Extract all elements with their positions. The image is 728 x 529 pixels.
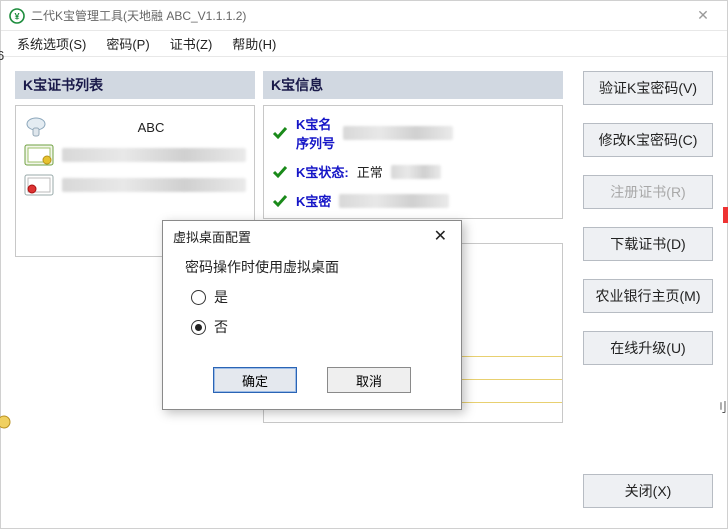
dialog-title: 虚拟桌面配置 <box>173 227 251 246</box>
dialog-close-icon[interactable]: ✕ <box>430 226 451 246</box>
info-value-redacted <box>339 194 449 208</box>
app-icon: ¥ <box>9 8 25 24</box>
edge-red-marker <box>723 207 728 223</box>
coin-fragment-icon <box>0 415 11 429</box>
change-password-button[interactable]: 修改K宝密码(C) <box>583 123 713 157</box>
info-label: 序列号 <box>296 133 335 152</box>
radio-no[interactable] <box>191 320 206 335</box>
edge-fragment-text: 刂 <box>714 397 727 416</box>
dialog-titlebar: 虚拟桌面配置 ✕ <box>163 221 461 251</box>
info-value-redacted <box>343 126 453 140</box>
radio-yes-row[interactable]: 是 <box>191 287 439 307</box>
dialog-cancel-button[interactable]: 取消 <box>327 367 411 393</box>
svg-text:¥: ¥ <box>14 11 19 21</box>
device-label: ABC <box>58 120 244 135</box>
info-value-redacted <box>391 165 441 179</box>
check-icon <box>272 165 288 179</box>
info-row-password: K宝密 <box>272 191 554 210</box>
bank-homepage-button[interactable]: 农业银行主页(M) <box>583 279 713 313</box>
register-cert-button: 注册证书(R) <box>583 175 713 209</box>
certificate-icon <box>24 174 54 196</box>
info-label: K宝密 <box>296 191 331 210</box>
titlebar: ¥ 二代K宝管理工具(天地融 ABC_V1.1.1.2) ✕ <box>1 1 727 31</box>
dialog-prompt: 密码操作时使用虚拟桌面 <box>185 257 439 277</box>
menu-cert[interactable]: 证书(Z) <box>160 31 223 56</box>
info-row-name: K宝名 序列号 <box>272 114 554 152</box>
menu-help[interactable]: 帮助(H) <box>222 31 286 56</box>
cert-item[interactable] <box>20 170 250 200</box>
info-value-status: 正常 <box>357 162 383 181</box>
online-upgrade-button[interactable]: 在线升级(U) <box>583 331 713 365</box>
radio-no-label: 否 <box>214 317 228 337</box>
window-title: 二代K宝管理工具(天地融 ABC_V1.1.1.2) <box>31 7 687 24</box>
cert-item[interactable] <box>20 140 250 170</box>
device-row[interactable]: ABC <box>20 112 250 140</box>
window-close-icon[interactable]: ✕ <box>687 7 719 24</box>
info-header: K宝信息 <box>263 71 563 99</box>
check-icon <box>272 194 288 208</box>
cert-text-redacted <box>62 148 246 162</box>
virtual-desktop-dialog: 虚拟桌面配置 ✕ 密码操作时使用虚拟桌面 是 否 确定 取消 <box>162 220 462 410</box>
certificate-icon <box>24 144 54 166</box>
info-label: K宝名 <box>296 114 335 133</box>
download-cert-button[interactable]: 下载证书(D) <box>583 227 713 261</box>
cert-text-redacted <box>62 178 246 192</box>
verify-password-button[interactable]: 验证K宝密码(V) <box>583 71 713 105</box>
usb-key-icon <box>24 116 48 138</box>
menu-password[interactable]: 密码(P) <box>96 31 159 56</box>
radio-no-row[interactable]: 否 <box>191 317 439 337</box>
menu-system[interactable]: 系统选项(S) <box>7 31 96 56</box>
close-button[interactable]: 关闭(X) <box>583 474 713 508</box>
dialog-ok-button[interactable]: 确定 <box>213 367 297 393</box>
info-row-status: K宝状态: 正常 <box>272 162 554 181</box>
right-column: 验证K宝密码(V) 修改K宝密码(C) 注册证书(R) 下载证书(D) 农业银行… <box>571 71 719 508</box>
check-icon <box>272 126 288 140</box>
radio-yes[interactable] <box>191 290 206 305</box>
info-label: K宝状态: <box>296 162 349 181</box>
radio-yes-label: 是 <box>214 287 228 307</box>
info-panel: K宝名 序列号 K宝状态: 正常 K宝密 <box>263 105 563 219</box>
menubar: 系统选项(S) 密码(P) 证书(Z) 帮助(H) <box>1 31 727 57</box>
cert-list-header: K宝证书列表 <box>15 71 255 99</box>
